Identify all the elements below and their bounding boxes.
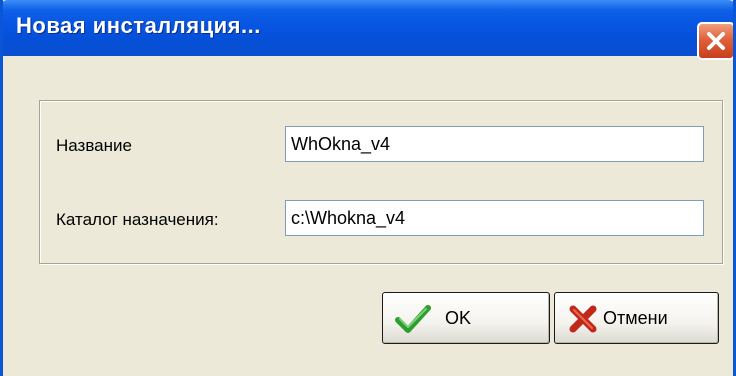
name-label: Название — [56, 136, 132, 155]
title-bar[interactable]: Новая инсталляция... — [3, 0, 733, 60]
ok-button-label: OK — [445, 308, 472, 328]
destination-input[interactable] — [285, 200, 704, 236]
close-button[interactable] — [697, 22, 733, 60]
ok-button[interactable]: OK — [382, 292, 550, 344]
settings-groupbox — [39, 100, 723, 264]
checkmark-icon — [395, 305, 431, 333]
destination-label: Каталог назначения: — [56, 210, 219, 229]
cross-icon — [569, 305, 597, 333]
cancel-button[interactable]: Отмени — [554, 292, 719, 344]
window-title: Новая инсталляция... — [16, 13, 261, 38]
cancel-button-label: Отмени — [603, 308, 668, 328]
close-x-icon — [707, 32, 725, 50]
dialog-window: Новая инсталляция... Название Каталог на… — [0, 0, 736, 376]
name-input[interactable] — [285, 126, 704, 162]
